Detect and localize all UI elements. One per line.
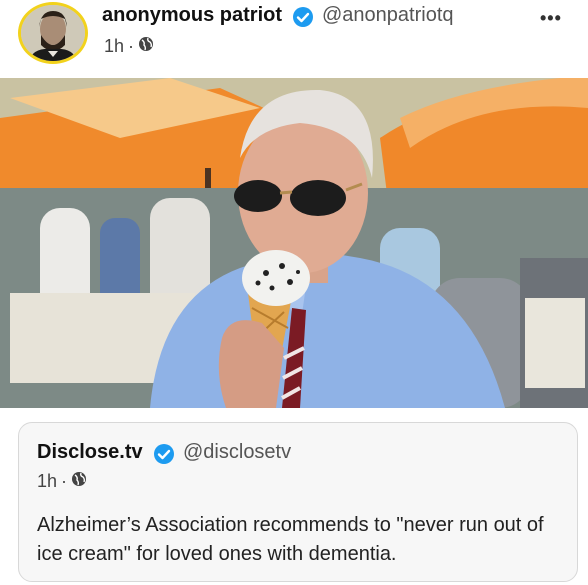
meta-separator: · <box>128 36 135 56</box>
globe-icon <box>71 471 87 492</box>
quoted-post-text: Alzheimer’s Association recommends to "n… <box>37 514 544 565</box>
post-time: 1h <box>104 36 125 56</box>
quoted-post-card[interactable]: Disclose.tv @disclosetv 1h · Alzheimer’s… <box>18 422 578 582</box>
author-handle[interactable]: @anonpatriotq <box>322 4 454 27</box>
more-options-icon[interactable]: ••• <box>540 8 562 29</box>
verified-badge-icon <box>153 443 175 465</box>
quoted-author-name[interactable]: Disclose.tv <box>37 441 143 464</box>
post-header: anonymous patriot @anonpatriotq 1h · ••• <box>0 0 588 78</box>
post-meta: 1h · <box>104 36 154 57</box>
author-name[interactable]: anonymous patriot <box>102 4 282 27</box>
meta-separator: · <box>61 471 68 491</box>
quoted-post-time: 1h <box>37 471 58 491</box>
quoted-author-handle[interactable]: @disclosetv <box>183 441 291 464</box>
quoted-post-meta: 1h · <box>37 471 87 492</box>
verified-badge-icon <box>292 6 314 28</box>
post-photo[interactable] <box>0 78 588 408</box>
avatar[interactable] <box>18 2 88 64</box>
globe-icon <box>138 36 154 57</box>
